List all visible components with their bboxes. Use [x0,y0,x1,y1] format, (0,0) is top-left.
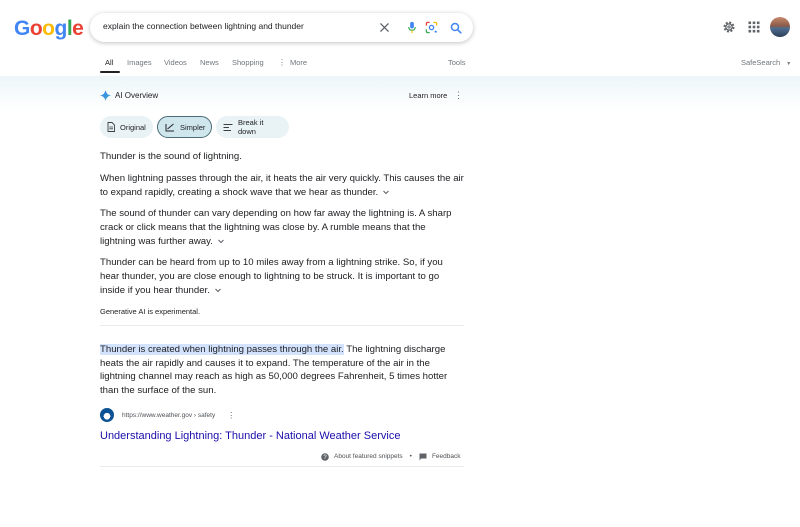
google-logo[interactable]: Google [14,17,84,41]
more-vert-icon: ⋮ [278,58,286,67]
chip-simpler-label: Simpler [180,122,206,132]
source-cite[interactable]: https://www.weather.gov › safety [122,412,215,419]
chip-simpler[interactable]: Simpler [157,116,212,138]
expand-icon[interactable] [213,286,223,294]
tools-button[interactable]: Tools [448,58,466,67]
expand-icon[interactable] [216,237,226,245]
tab-videos[interactable]: Videos [164,58,187,67]
chip-original-label: Original [120,122,146,132]
search-icon[interactable] [448,20,463,35]
safesearch-button[interactable]: SafeSearch ▼ [741,58,791,67]
ai-paragraph: Thunder is the sound of lightning. [100,151,242,162]
active-tab-indicator [100,71,120,73]
lens-icon[interactable] [424,20,439,35]
source-menu-icon[interactable]: ⋮ [227,411,235,420]
expand-icon[interactable] [381,188,391,196]
tab-all[interactable]: All [105,58,113,67]
featured-snippet-text: Thunder is created when lightning passes… [100,343,464,397]
source-row: https://www.weather.gov › safety ⋮ [100,408,235,422]
tab-more[interactable]: ⋮ More [278,58,307,67]
apps-icon[interactable] [746,19,762,35]
search-tabs: All Images Videos News Shopping ⋮ More T… [0,56,800,76]
snippet-footer: ? About featured snippets • Feedback [321,451,461,462]
ai-paragraph-text: The sound of thunder can vary depending … [100,208,452,247]
ai-paragraph: When lightning passes through the air, i… [100,172,464,200]
help-icon: ? [321,452,329,461]
tab-shopping[interactable]: Shopping [232,58,264,67]
result-title-link[interactable]: Understanding Lightning: Thunder - Natio… [100,430,400,442]
feedback-icon [419,453,427,461]
safesearch-label: SafeSearch [741,58,781,67]
microphone-icon[interactable] [404,20,419,35]
ai-overview-title: AI Overview [115,90,159,100]
feedback-link[interactable]: Feedback [432,453,461,460]
noaa-favicon-icon [100,408,114,422]
sparkle-icon [100,89,111,101]
generative-ai-note: Generative AI is experimental. [100,307,201,316]
divider [100,325,464,326]
tab-news[interactable]: News [200,58,219,67]
ai-overview-menu-icon[interactable]: ⋮ [454,90,463,101]
ai-paragraph: Thunder can be heard from up to 10 miles… [100,256,464,298]
ai-paragraph: The sound of thunder can vary depending … [100,207,464,249]
clear-icon[interactable] [377,20,392,35]
avatar[interactable] [770,17,790,37]
ai-paragraph-text: When lightning passes through the air, i… [100,173,464,198]
chip-original[interactable]: Original [100,116,153,138]
chip-break-it-down-label: Break it down [238,118,264,136]
search-input[interactable]: explain the connection between lightning… [103,21,304,31]
separator: • [409,453,412,460]
header: Google explain the connection between li… [0,0,800,56]
learn-more-link[interactable]: Learn more [409,91,447,100]
list-icon [223,123,233,132]
tab-more-label: More [290,58,308,67]
ai-paragraph-text: Thunder can be heard from up to 10 miles… [100,257,443,296]
document-icon [107,122,115,132]
ai-overview-header: AI Overview [100,89,158,101]
about-featured-snippets-link[interactable]: About featured snippets [334,453,403,460]
search-box[interactable]: explain the connection between lightning… [90,13,473,42]
chip-break-it-down[interactable]: Break it down [216,116,289,138]
caret-down-icon: ▼ [786,61,792,67]
snippet-highlight: Thunder is created when lightning passes… [100,344,344,355]
divider [100,466,464,467]
settings-icon[interactable] [721,19,737,35]
tab-images[interactable]: Images [127,58,152,67]
simplify-icon [165,123,175,132]
